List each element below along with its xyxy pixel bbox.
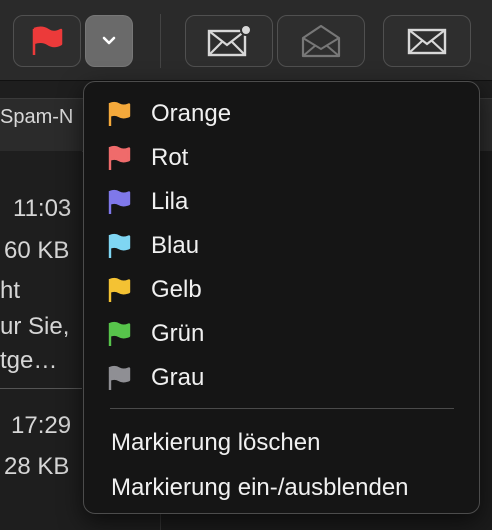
menu-item-label: Markierung ein-/ausblenden	[111, 474, 409, 501]
menu-item-label: Gelb	[151, 276, 202, 303]
envelope-open-icon	[301, 24, 341, 58]
orange-flag-icon	[108, 101, 131, 126]
message-size: 60 KB	[4, 237, 70, 264]
red-flag-icon	[32, 26, 63, 55]
flag-button[interactable]	[13, 15, 81, 67]
menu-item-grau[interactable]: Grau	[106, 358, 204, 398]
menu-item-label: Grün	[151, 320, 205, 347]
menu-divider	[110, 408, 454, 409]
mail-window: Spam-N 11:03 60 KB ht ur Sie, tge… 17:29…	[0, 0, 492, 530]
menu-item-label: Orange	[151, 100, 232, 127]
message-snippet: ht	[0, 277, 21, 304]
mail-button[interactable]	[383, 15, 471, 67]
clear-flag-menu-item[interactable]: Markierung löschen	[111, 423, 320, 463]
message-time: 17:29	[11, 412, 72, 439]
toggle-flag-menu-item[interactable]: Markierung ein-/ausblenden	[111, 468, 409, 508]
menu-item-gruen[interactable]: Grün	[106, 314, 204, 354]
menu-item-label: Lila	[151, 188, 189, 215]
row-divider	[0, 388, 82, 389]
chevron-down-icon	[102, 36, 116, 45]
flag-menu: Orange Rot Lila Blau Gelb Grün Grau Mark…	[83, 81, 480, 514]
flag-dropdown-button[interactable]	[85, 15, 133, 67]
menu-item-rot[interactable]: Rot	[106, 138, 188, 178]
gray-flag-icon	[108, 365, 131, 390]
message-time: 11:03	[13, 195, 72, 222]
message-snippet: ur Sie,	[0, 313, 70, 340]
menu-item-label: Markierung löschen	[111, 429, 321, 456]
menu-item-label: Blau	[151, 232, 200, 259]
red-flag-icon	[108, 145, 131, 170]
envelope-unread-icon	[207, 24, 252, 57]
menu-item-label: Grau	[151, 364, 205, 391]
mark-read-button[interactable]	[277, 15, 365, 67]
menu-item-gelb[interactable]: Gelb	[106, 270, 202, 310]
message-size: 28 KB	[4, 453, 70, 480]
yellow-flag-icon	[108, 277, 131, 302]
menu-item-lila[interactable]: Lila	[106, 182, 188, 222]
toolbar-divider	[160, 14, 161, 68]
menu-item-blau[interactable]: Blau	[106, 226, 199, 266]
toolbar	[0, 0, 492, 81]
mark-unread-button[interactable]	[185, 15, 273, 67]
green-flag-icon	[108, 321, 131, 346]
envelope-icon	[407, 28, 447, 55]
purple-flag-icon	[108, 189, 131, 214]
menu-item-label: Rot	[151, 144, 189, 171]
message-snippet: tge…	[0, 347, 58, 374]
blue-flag-icon	[108, 233, 131, 258]
menu-item-orange[interactable]: Orange	[106, 94, 231, 134]
mailbox-tab[interactable]: Spam-N	[0, 106, 73, 129]
